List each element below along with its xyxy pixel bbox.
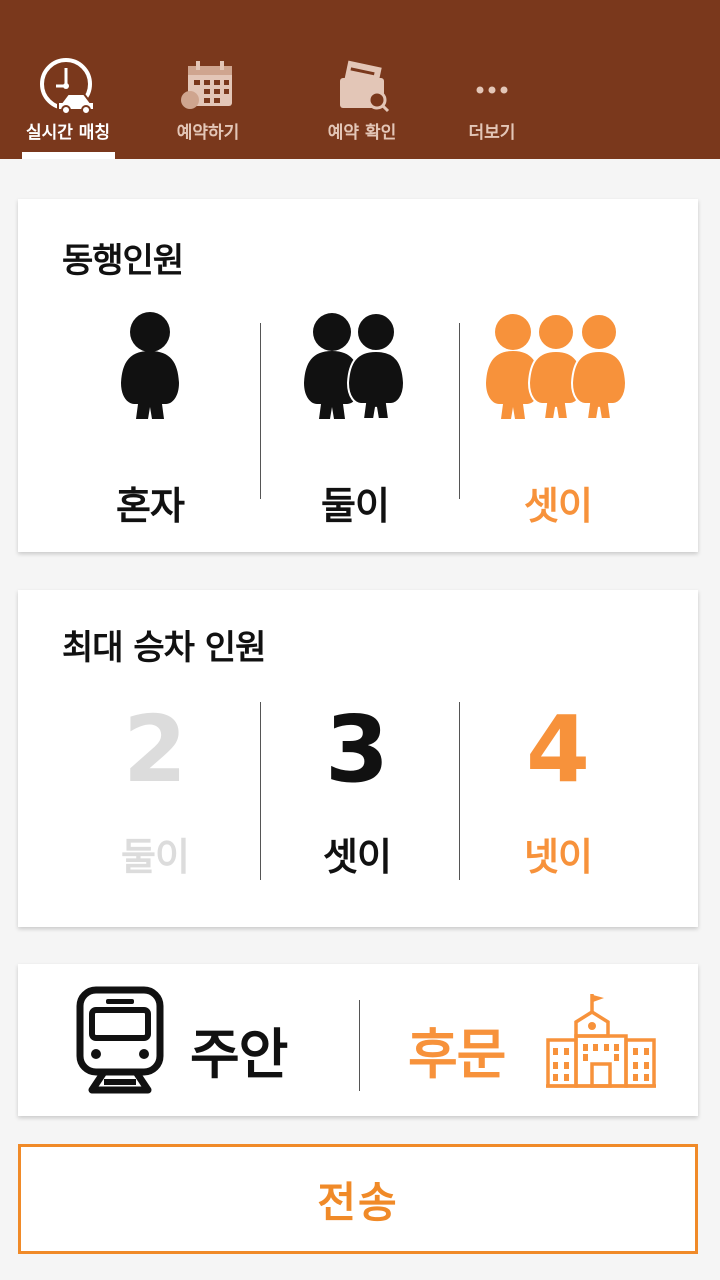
tab-realtime-matching[interactable]: 실시간 매칭 [14,58,122,159]
clock-car-icon [40,58,95,114]
divider [359,1000,360,1091]
companion-option-three[interactable]: 셋이 [480,311,636,530]
wallet-search-icon [340,60,390,113]
companion-label-alone: 혼자 [116,484,185,528]
tab-reservation[interactable]: 예약하기 [160,58,256,159]
route-card: 주안 후문 [18,964,698,1116]
max-riders-title: 최대 승차 인원 [62,628,266,668]
max-riders-number: 2 [122,696,187,803]
divider [459,702,460,880]
top-nav-bar: 실시간 매칭 예약하기 예약 확인 더보기 [0,0,720,159]
three-people-icon [486,313,628,420]
route-origin[interactable]: 주안 [74,986,334,1098]
companion-count-title: 동행인원 [62,241,184,281]
tab-label: 실시간 매칭 [25,123,111,143]
route-origin-label: 주안 [190,1023,288,1086]
calendar-icon [181,61,232,109]
max-riders-label: 셋이 [323,835,392,879]
max-riders-option-two[interactable]: 2 둘이 [80,704,230,881]
active-tab-indicator [22,152,115,159]
divider [260,323,261,499]
train-icon [76,986,164,1094]
divider [459,323,460,499]
companion-label-three: 셋이 [524,484,593,528]
companion-option-two[interactable]: 둘이 [280,311,430,530]
max-riders-option-three[interactable]: 3 셋이 [282,704,432,881]
more-dots-icon [476,86,508,94]
route-destination[interactable]: 후문 [408,986,668,1098]
companion-option-alone[interactable]: 혼자 [80,311,220,530]
companion-label-two: 둘이 [321,484,390,528]
tab-label: 예약 확인 [327,123,397,143]
max-riders-label: 둘이 [121,835,190,879]
tab-label: 더보기 [468,123,516,143]
max-riders-label: 넷이 [524,835,593,879]
tab-label: 예약하기 [176,123,240,143]
send-button[interactable]: 전송 [18,1144,698,1254]
tab-more[interactable]: 더보기 [452,58,532,159]
max-riders-number: 3 [324,696,389,803]
tab-reservation-check[interactable]: 예약 확인 [310,58,414,159]
divider [260,702,261,880]
max-riders-card: 최대 승차 인원 2 둘이 3 셋이 4 넷이 [18,590,698,927]
max-riders-option-four[interactable]: 4 넷이 [483,704,633,881]
max-riders-number: 4 [525,696,590,803]
two-people-icon [304,312,406,420]
route-destination-label: 후문 [408,1023,506,1086]
school-building-icon [546,994,656,1088]
person-icon [121,312,179,419]
send-button-label: 전송 [317,1177,399,1227]
companion-count-card: 동행인원 혼자 둘이 셋이 [18,199,698,552]
